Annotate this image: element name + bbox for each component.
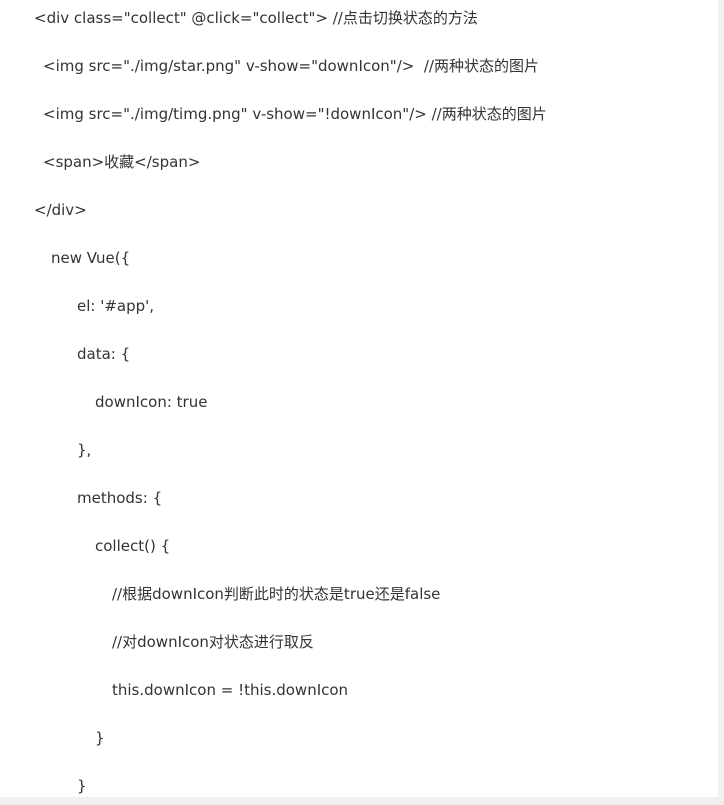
code-line-img-timg: <img src="./img/timg.png" v-show="!downI… [43, 105, 547, 123]
code-line-comment-toggle: //对downIcon对状态进行取反 [112, 633, 314, 651]
code-line-el: el: '#app', [77, 297, 155, 315]
code-line-methods-open: methods: { [77, 489, 163, 507]
code-line-collect-close: } [95, 729, 105, 747]
code-line-methods-close: } [77, 777, 87, 795]
code-line-data-open: data: { [77, 345, 131, 363]
code-line-img-star: <img src="./img/star.png" v-show="downIc… [43, 57, 539, 75]
code-line-downicon-true: downIcon: true [95, 393, 208, 411]
code-line-new-vue: new Vue({ [51, 249, 131, 267]
scrollbar-track[interactable] [718, 0, 724, 805]
bottom-divider [0, 797, 724, 805]
code-line-toggle-statement: this.downIcon = !this.downIcon [112, 681, 349, 699]
code-line-comment-check: //根据downIcon判断此时的状态是true还是false [112, 585, 441, 603]
code-line-collect-open: collect() { [95, 537, 171, 555]
code-line-span: <span>收藏</span> [43, 153, 201, 171]
code-line-div-open: <div class="collect" @click="collect"> /… [34, 9, 478, 27]
code-line-data-close: }, [77, 441, 92, 459]
code-document: <div class="collect" @click="collect"> /… [0, 0, 718, 805]
code-line-div-close: </div> [34, 201, 87, 219]
